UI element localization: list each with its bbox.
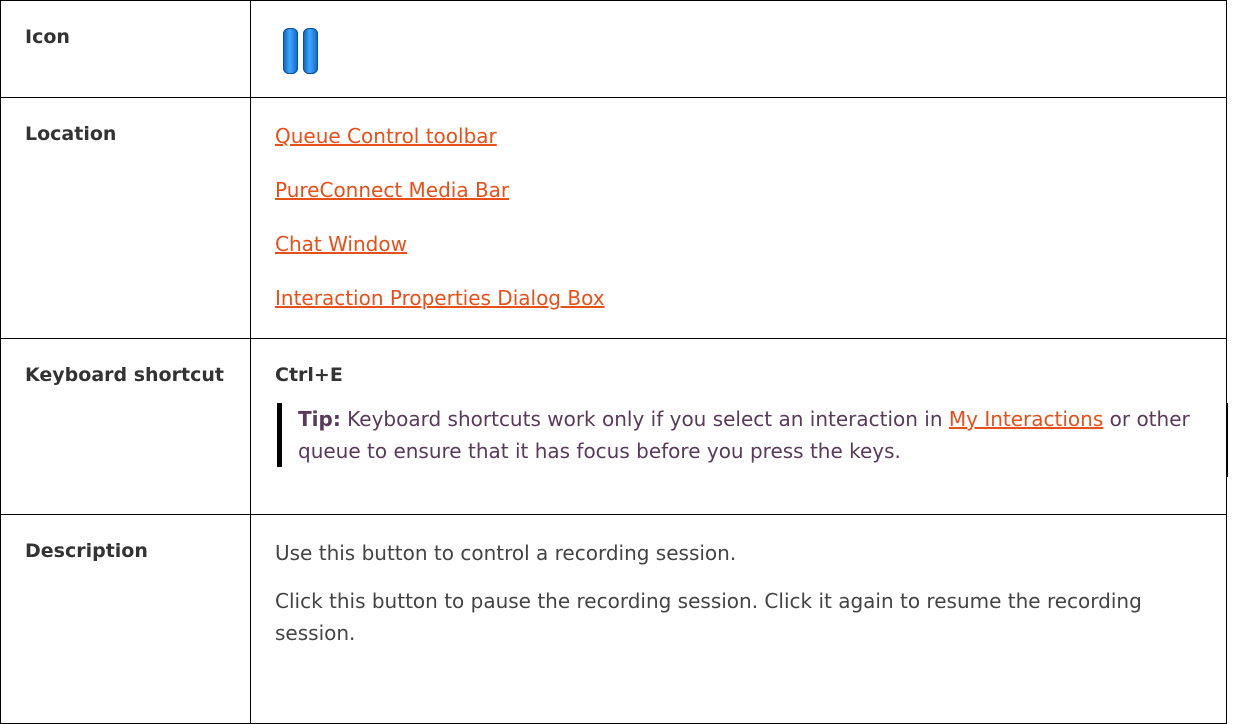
keyboard-shortcut-row-value: Ctrl+E Tip: Keyboard shortcuts work only…	[250, 338, 1228, 515]
icon-row-label: Icon	[0, 0, 251, 98]
icon-container	[275, 15, 1202, 79]
keyboard-shortcut-row: Keyboard shortcut Ctrl+E Tip: Keyboard s…	[0, 338, 1228, 515]
description-row-value: Use this button to control a recording s…	[250, 514, 1227, 724]
pause-icon-right-bar	[303, 28, 318, 74]
description-paragraph-1: Use this button to control a recording s…	[275, 541, 737, 565]
location-row: Location Queue Control toolbar PureConne…	[0, 97, 1227, 339]
tip-text-before: Keyboard shortcuts work only if you sele…	[340, 407, 949, 431]
location-row-label: Location	[0, 97, 251, 339]
icon-row: Icon	[0, 0, 1227, 98]
keyboard-shortcut-value: Ctrl+E	[275, 364, 343, 386]
queue-control-toolbar-link[interactable]: Queue Control toolbar	[275, 122, 1202, 150]
interaction-properties-dialog-box-link[interactable]: Interaction Properties Dialog Box	[275, 284, 1202, 312]
my-interactions-link[interactable]: My Interactions	[949, 407, 1103, 431]
tip-label: Tip:	[298, 407, 341, 431]
chat-window-link[interactable]: Chat Window	[275, 230, 1202, 258]
keyboard-shortcut-row-label: Keyboard shortcut	[0, 338, 251, 515]
description-row: Description Use this button to control a…	[0, 514, 1227, 724]
reference-table: Icon Location Queue Control toolbar Pure…	[0, 0, 1228, 724]
pureconnect-media-bar-link[interactable]: PureConnect Media Bar	[275, 176, 1202, 204]
description-row-label: Description	[0, 514, 251, 724]
location-row-value: Queue Control toolbar PureConnect Media …	[250, 97, 1227, 339]
description-paragraph-2: Click this button to pause the recording…	[275, 589, 1142, 645]
pause-icon	[283, 28, 318, 74]
tip-note: Tip: Keyboard shortcuts work only if you…	[277, 403, 1228, 477]
pause-icon-left-bar	[283, 28, 298, 74]
tip-right-rule	[1227, 403, 1228, 477]
icon-row-value	[250, 0, 1227, 98]
